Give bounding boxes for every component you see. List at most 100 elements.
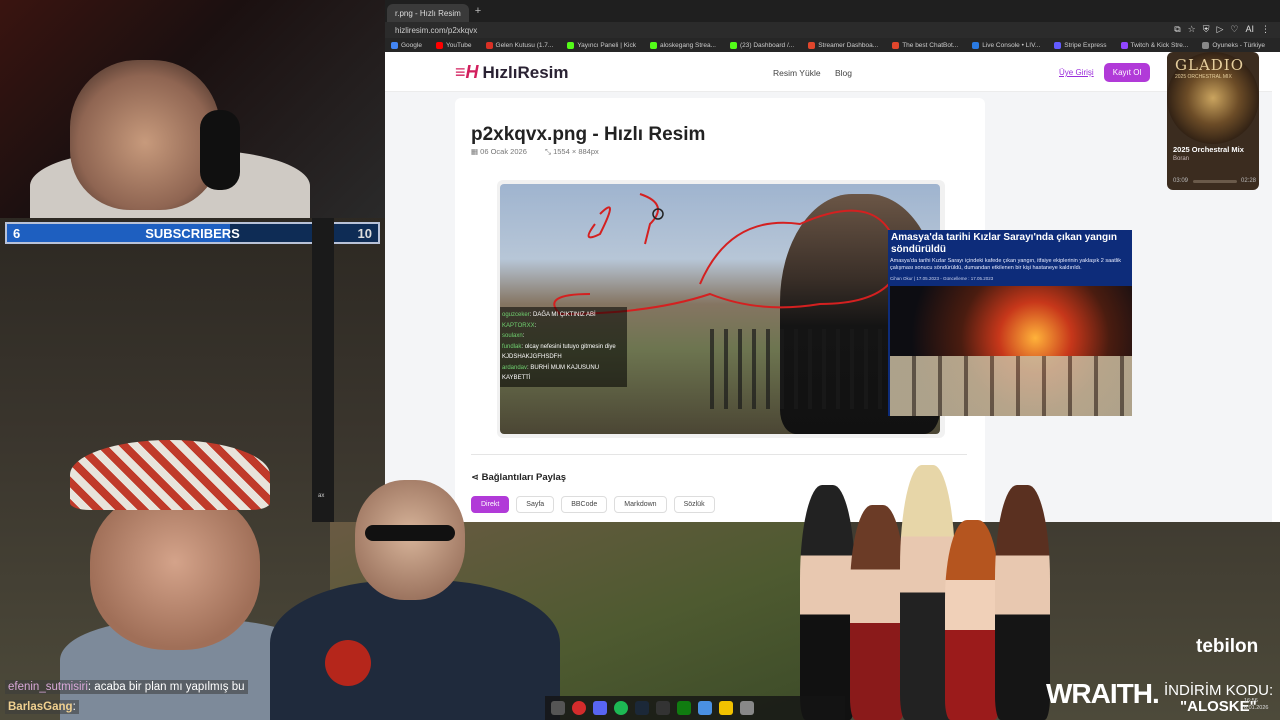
page-title: p2xkqvx.png - Hızlı Resim xyxy=(471,124,706,145)
login-link[interactable]: Üye Girişi xyxy=(1059,68,1094,77)
music-player-widget: GLADIO 2025 ORCHESTRAL MIX 2025 Orchestr… xyxy=(1167,52,1259,190)
bookmarks-bar: Google YouTube Gelen Kutusu (1.7... Yayıncı… xyxy=(385,38,1280,52)
sunglasses xyxy=(365,525,455,541)
discount-label: İNDİRİM KODU: xyxy=(1164,682,1274,699)
stream-chat-message: efenin_sutmisiri: acaba bir plan mı yapı… xyxy=(5,680,248,694)
spotify-icon[interactable] xyxy=(614,701,628,715)
track-elapsed: 03:09 xyxy=(1173,178,1189,184)
taskbar xyxy=(545,696,845,720)
opera-icon[interactable] xyxy=(572,701,586,715)
image-dimensions: ⤡ 1554 × 884px xyxy=(545,147,599,157)
track-total: 02:28 xyxy=(1241,178,1257,184)
url-text: hizliresim.com/p2xkqvx xyxy=(395,25,478,35)
bookmark-label: Google xyxy=(401,41,422,49)
chat-username: efenin_sutmisiri xyxy=(8,681,88,693)
meme-sticker-group xyxy=(800,465,1055,720)
track-title: 2025 Orchestral Mix xyxy=(1173,145,1244,154)
obs-icon[interactable] xyxy=(656,701,670,715)
image-chat-overlay: oguzceker: DAĞA MI ÇIKTINIZ ABİ KAPTORXX:… xyxy=(500,307,627,387)
bookmark-item[interactable]: Yayıncı Paneli | Kick xyxy=(567,41,636,49)
nav-blog-link[interactable]: Blog xyxy=(835,68,852,78)
system-clock: 16:56 6.01.2026 xyxy=(1244,698,1268,712)
signup-button[interactable]: Kayıt Ol xyxy=(1104,63,1150,82)
image-chat-user: oguzceker xyxy=(502,312,530,318)
jacket-patch xyxy=(325,640,371,686)
image-chat-user: fundlak xyxy=(502,343,522,350)
bookmark-label: Streamer Dashboa... xyxy=(818,41,879,49)
news-meta: Cihan Okur | 17.05.2023 - Güncelleme : 1… xyxy=(890,276,994,281)
clock-date: 6.01.2026 xyxy=(1244,705,1269,711)
bookmark-favicon-icon xyxy=(892,41,900,49)
bookmark-item[interactable]: Stripe Express xyxy=(1054,41,1107,49)
resize-icon: ⤡ xyxy=(545,147,554,156)
image-chat-user: soulaxn xyxy=(502,333,523,339)
bookmark-item[interactable]: The best ChatBot... xyxy=(892,41,958,49)
share-markdown-button[interactable]: Markdown xyxy=(614,496,667,513)
web-page: ≡H HızlıResim Resim Yükle Blog Üye Giriş… xyxy=(385,52,1272,522)
bookmark-label: Yayıncı Paneli | Kick xyxy=(577,41,636,49)
album-brand: GLADIO xyxy=(1175,56,1245,74)
extensions-toolbar: ⧉ ☆ ⛨ ▷ ♡ AI ⋮ xyxy=(1174,24,1270,35)
bookmark-label: Gelen Kutusu (1.7... xyxy=(495,41,554,49)
bookmark-favicon-icon xyxy=(972,41,980,49)
logo-mark-icon: ≡H xyxy=(455,62,479,82)
settings-icon[interactable] xyxy=(740,701,754,715)
bookmark-item[interactable]: Live Console • LIV... xyxy=(972,41,1040,49)
new-tab-button[interactable]: + xyxy=(475,5,481,17)
divider xyxy=(471,454,967,455)
share-sozluk-button[interactable]: Sözlük xyxy=(673,496,715,513)
bookmark-favicon-icon xyxy=(808,41,816,49)
bookmark-item[interactable]: YouTube xyxy=(435,41,472,49)
bookmark-item[interactable]: Oyuneks - Türkiye xyxy=(1202,41,1265,49)
heart-icon[interactable]: ♡ xyxy=(1230,24,1238,35)
webcam-feed xyxy=(0,0,385,218)
image-chat-line: oguzceker: DAĞA MI ÇIKTINIZ ABİ xyxy=(502,310,625,321)
nav-upload-link[interactable]: Resim Yükle xyxy=(773,68,821,78)
bookmark-label: Stripe Express xyxy=(1064,41,1107,49)
group-member xyxy=(850,505,905,720)
checkered-hat xyxy=(70,440,270,510)
bookmark-favicon-icon xyxy=(485,41,493,49)
shield-icon[interactable]: ⛨ xyxy=(1203,24,1210,35)
flight-jacket xyxy=(270,580,560,720)
cast-icon[interactable]: ⧉ xyxy=(1174,24,1180,35)
site-logo[interactable]: ≡H HızlıResim xyxy=(455,62,569,83)
app-icon[interactable] xyxy=(698,701,712,715)
bookmark-favicon-icon xyxy=(391,41,398,49)
tab-title: r.png - Hızlı Resim xyxy=(395,8,461,18)
bookmark-item[interactable]: Streamer Dashboa... xyxy=(808,41,879,49)
bookmark-favicon-icon xyxy=(730,41,737,49)
image-chat-text: : xyxy=(522,333,525,339)
menu-dots-icon[interactable]: ⋮ xyxy=(1261,24,1270,35)
bookmark-favicon-icon xyxy=(1202,41,1210,49)
bookmark-favicon-icon xyxy=(1054,41,1062,49)
news-fire-image xyxy=(890,286,1132,416)
bookmark-item[interactable]: Gelen Kutusu (1.7... xyxy=(485,41,554,49)
bookmark-item[interactable]: Google xyxy=(391,41,422,49)
play-icon[interactable]: ▷ xyxy=(1216,24,1223,35)
meme-sticker-suit-man xyxy=(270,480,560,720)
image-chat-line: fundlak: olcay nefesini tutuyo gitmesin … xyxy=(502,342,625,363)
group-member xyxy=(800,485,855,720)
address-bar[interactable]: hizliresim.com/p2xkqvx ⧉ ☆ ⛨ ▷ ♡ AI ⋮ xyxy=(385,22,1280,38)
browser-titlebar: r.png - Hızlı Resim + xyxy=(385,0,1280,22)
discord-icon[interactable] xyxy=(593,701,607,715)
logo-text: HızlıResim xyxy=(482,62,569,82)
browser-tab[interactable]: r.png - Hızlı Resim xyxy=(387,4,469,22)
sponsor-logo-tebilon: tebilon xyxy=(1196,636,1259,657)
track-progress-bar xyxy=(1193,180,1237,183)
share-bbcode-button[interactable]: BBCode xyxy=(561,496,608,513)
stream-chat-message: BarlasGang: xyxy=(5,700,79,714)
steam-icon[interactable] xyxy=(635,701,649,715)
ai-button[interactable]: AI xyxy=(1245,24,1254,35)
chat-text: : acaba bir plan mı yapılmış bu xyxy=(87,681,245,693)
bookmark-label: YouTube xyxy=(445,41,472,49)
folder-icon[interactable] xyxy=(719,701,733,715)
explorer-icon[interactable] xyxy=(551,701,565,715)
xbox-icon[interactable] xyxy=(677,701,691,715)
bookmark-item[interactable]: Twitch & Kick Stre... xyxy=(1120,41,1188,49)
bookmark-item[interactable]: (23) Dashboard /... xyxy=(730,41,794,49)
upload-date-text: 06 Ocak 2026 xyxy=(480,147,527,156)
bookmark-star-icon[interactable]: ☆ xyxy=(1188,24,1196,35)
bookmark-item[interactable]: aloskegang Strea... xyxy=(649,41,716,49)
